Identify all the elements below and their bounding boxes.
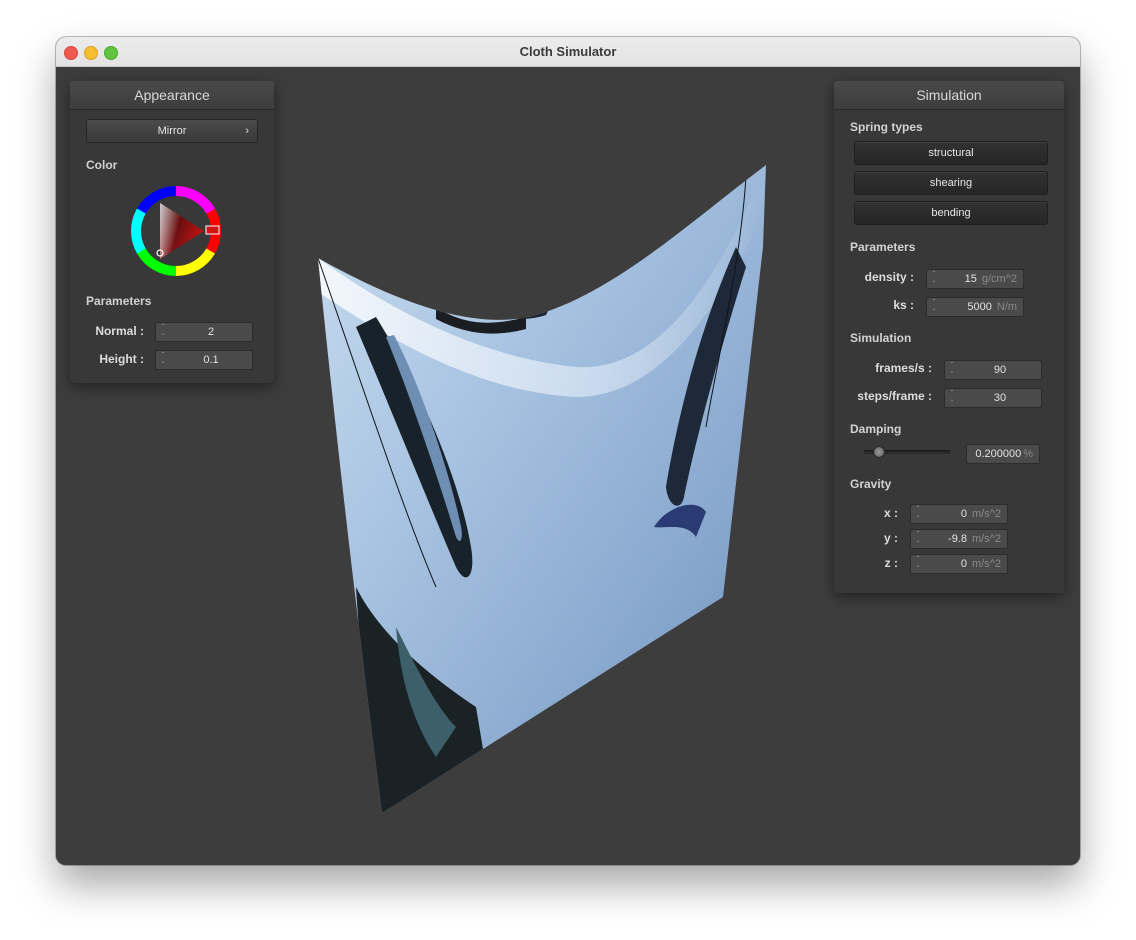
- simulation-panel-header[interactable]: Simulation: [834, 81, 1064, 110]
- color-wheel[interactable]: [128, 183, 224, 279]
- damping-input[interactable]: 0.200000%: [966, 444, 1040, 464]
- stepper-icon[interactable]: ⌃ ⌄: [914, 506, 922, 520]
- gravity-z-label: z :: [884, 556, 898, 570]
- stepper-icon[interactable]: ⌃ ⌄: [930, 299, 938, 313]
- stepper-icon[interactable]: ⌃ ⌄: [914, 556, 922, 570]
- frames-per-second-input[interactable]: ⌃ ⌄ 90: [944, 360, 1042, 380]
- bending-button[interactable]: bending: [854, 201, 1048, 225]
- stepper-icon[interactable]: ⌃ ⌄: [948, 362, 956, 376]
- stepper-icon[interactable]: ⌃ ⌄: [159, 324, 167, 338]
- normal-input[interactable]: ⌃ ⌄ 2: [155, 322, 253, 342]
- density-input[interactable]: ⌃ ⌄ 15 g/cm^2: [926, 269, 1024, 289]
- chevron-right-icon: ›: [245, 125, 249, 137]
- gravity-z-input[interactable]: ⌃ ⌄ 0 m/s^2: [910, 554, 1008, 574]
- height-label: Height :: [99, 352, 144, 366]
- title-bar[interactable]: Cloth Simulator: [56, 37, 1080, 67]
- gravity-y-input[interactable]: ⌃ ⌄ -9.8 m/s^2: [910, 529, 1008, 549]
- shader-dropdown-label: Mirror: [157, 125, 187, 137]
- stepper-icon[interactable]: ⌃ ⌄: [948, 390, 956, 404]
- spring-types-label: Spring types: [850, 120, 923, 134]
- normal-label: Normal :: [95, 324, 144, 338]
- stepper-icon[interactable]: ⌃ ⌄: [914, 531, 922, 545]
- damping-label: Damping: [850, 422, 902, 436]
- density-label: density :: [864, 270, 914, 284]
- steps-per-frame-input[interactable]: ⌃ ⌄ 30: [944, 388, 1042, 408]
- shader-dropdown[interactable]: Mirror ›: [86, 119, 258, 143]
- ks-input[interactable]: ⌃ ⌄ 5000 N/m: [926, 297, 1024, 317]
- app-window: Cloth Simulator Appearance Mirror › Colo…: [56, 37, 1080, 865]
- gravity-y-label: y :: [883, 531, 898, 545]
- gravity-x-label: x :: [883, 506, 898, 520]
- shearing-button[interactable]: shearing: [854, 171, 1048, 195]
- color-section-label: Color: [86, 158, 118, 172]
- appearance-panel-header[interactable]: Appearance: [70, 81, 274, 110]
- gravity-label: Gravity: [850, 477, 892, 491]
- frames-per-second-label: frames/s :: [875, 361, 932, 375]
- gravity-x-input[interactable]: ⌃ ⌄ 0 m/s^2: [910, 504, 1008, 524]
- simulation-parameters-label: Parameters: [850, 240, 916, 254]
- simulation-panel: Simulation Spring types structural shear…: [834, 81, 1064, 593]
- steps-per-frame-label: steps/frame :: [857, 389, 932, 403]
- render-viewport[interactable]: Appearance Mirror › Color Parameters Nor…: [56, 67, 1080, 865]
- structural-button[interactable]: structural: [854, 141, 1048, 165]
- stepper-icon[interactable]: ⌃ ⌄: [159, 352, 167, 366]
- appearance-panel: Appearance Mirror › Color Parameters Nor…: [70, 81, 274, 383]
- stepper-icon[interactable]: ⌃ ⌄: [930, 271, 938, 285]
- simulation-section-label: Simulation: [850, 331, 912, 345]
- window-title: Cloth Simulator: [519, 44, 617, 59]
- appearance-parameters-label: Parameters: [86, 294, 152, 308]
- ks-label: ks :: [893, 298, 914, 312]
- height-input[interactable]: ⌃ ⌄ 0.1: [155, 350, 253, 370]
- damping-slider-handle[interactable]: [873, 446, 886, 458]
